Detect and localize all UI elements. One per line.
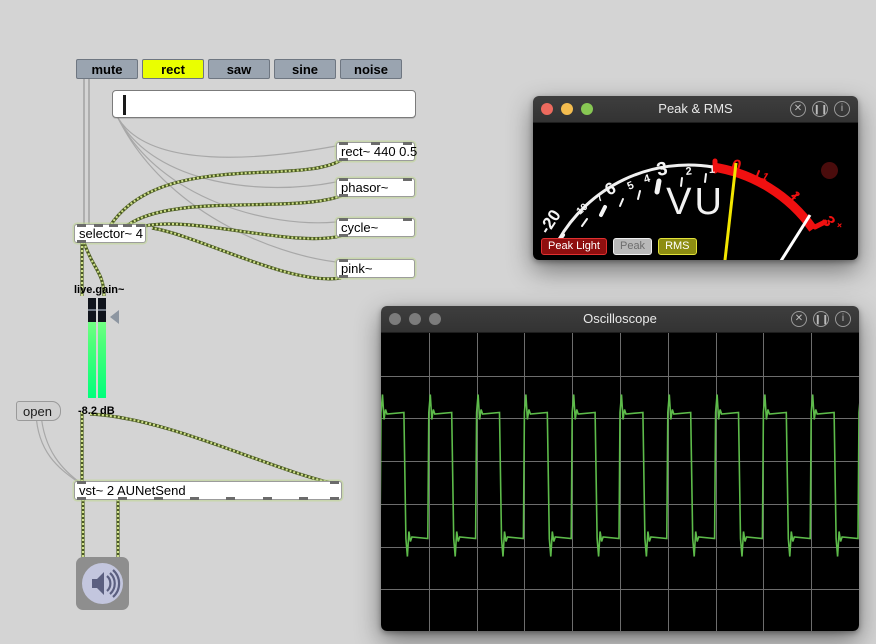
tab-noise[interactable]: noise bbox=[340, 59, 402, 79]
text-input-box[interactable] bbox=[112, 90, 416, 118]
vu-titlebar[interactable]: Peak & RMS ✕ ❙❙ i bbox=[533, 96, 858, 123]
outlet[interactable] bbox=[77, 240, 86, 243]
ezdac-button[interactable] bbox=[76, 557, 129, 610]
inlet[interactable] bbox=[123, 224, 132, 227]
outlet[interactable] bbox=[263, 497, 272, 500]
object-phasor-label: phasor~ bbox=[341, 180, 389, 195]
object-selector[interactable]: selector~ 4 bbox=[74, 224, 146, 243]
vu-face-label: VU bbox=[666, 181, 725, 223]
inlet[interactable] bbox=[94, 224, 103, 227]
outlet[interactable] bbox=[154, 497, 163, 500]
info-icon[interactable]: i bbox=[835, 311, 851, 327]
tab-sine[interactable]: sine bbox=[274, 59, 336, 79]
inlet[interactable] bbox=[403, 178, 412, 181]
outlet[interactable] bbox=[339, 275, 348, 278]
outlet[interactable] bbox=[339, 234, 348, 237]
inlet[interactable] bbox=[403, 218, 412, 221]
pause-icon[interactable]: ❙❙ bbox=[813, 311, 829, 327]
vu-meter-face[interactable]: -20 10 7 6 5 4 3 2 1 0 1 2 3 + VU bbox=[533, 123, 858, 260]
object-pink[interactable]: pink~ bbox=[336, 259, 415, 278]
object-rect[interactable]: rect~ 440 0.5 bbox=[336, 142, 418, 161]
inlet[interactable] bbox=[403, 142, 412, 145]
outlet[interactable] bbox=[299, 497, 308, 500]
inlet[interactable] bbox=[77, 481, 86, 484]
inlet[interactable] bbox=[339, 142, 348, 145]
peak-light-button[interactable]: Peak Light bbox=[541, 238, 607, 255]
peak-button[interactable]: Peak bbox=[612, 238, 653, 255]
outlet[interactable] bbox=[339, 158, 348, 161]
outlet[interactable] bbox=[330, 497, 339, 500]
object-cycle-label: cycle~ bbox=[341, 220, 379, 235]
inlet[interactable] bbox=[136, 224, 145, 227]
scope-titlebar[interactable]: Oscilloscope ✕ ❙❙ i bbox=[381, 306, 859, 333]
scope-window-title: Oscilloscope bbox=[583, 311, 657, 326]
outlet[interactable] bbox=[118, 497, 127, 500]
outlet[interactable] bbox=[339, 194, 348, 197]
inlet[interactable] bbox=[330, 481, 339, 484]
object-vst[interactable]: vst~ 2 AUNetSend bbox=[74, 481, 342, 500]
object-pink-label: pink~ bbox=[341, 261, 373, 276]
rms-button[interactable]: RMS bbox=[658, 238, 697, 255]
peak-rms-window[interactable]: Peak & RMS ✕ ❙❙ i -20 10 7 6 5 4 3 2 1 1… bbox=[533, 96, 858, 260]
peak-lamp-indicator bbox=[821, 162, 838, 179]
object-cycle[interactable]: cycle~ bbox=[336, 218, 415, 237]
outlet[interactable] bbox=[77, 497, 86, 500]
close-icon[interactable]: ✕ bbox=[791, 311, 807, 327]
gain-handle-icon[interactable] bbox=[110, 310, 119, 324]
vu-toolbar-icons[interactable]: ✕ ❙❙ i bbox=[790, 101, 850, 117]
info-icon[interactable]: i bbox=[834, 101, 850, 117]
scope-display[interactable] bbox=[381, 333, 859, 631]
inlet[interactable] bbox=[339, 259, 348, 262]
inlet[interactable] bbox=[77, 224, 86, 227]
inlet[interactable] bbox=[339, 178, 348, 181]
object-vst-label: vst~ 2 AUNetSend bbox=[79, 483, 186, 498]
outlet[interactable] bbox=[226, 497, 235, 500]
pause-icon[interactable]: ❙❙ bbox=[812, 101, 828, 117]
object-phasor[interactable]: phasor~ bbox=[336, 178, 415, 197]
gain-headroom-right bbox=[98, 298, 106, 322]
svg-text:2: 2 bbox=[685, 165, 692, 178]
inlet[interactable] bbox=[371, 142, 380, 145]
inlet[interactable] bbox=[109, 224, 118, 227]
gain-value-readout: -8.2 dB bbox=[78, 405, 115, 417]
waveform-selector-tabs[interactable]: mute rect saw sine noise bbox=[76, 59, 402, 79]
svg-text:3: 3 bbox=[655, 158, 669, 181]
svg-text:1: 1 bbox=[709, 164, 716, 176]
vu-button-row[interactable]: Peak Light Peak RMS bbox=[541, 238, 697, 255]
object-selector-label: selector~ 4 bbox=[79, 226, 143, 241]
tab-rect[interactable]: rect bbox=[142, 59, 204, 79]
speaker-icon bbox=[92, 569, 121, 598]
text-caret bbox=[123, 95, 126, 115]
message-open[interactable]: open bbox=[16, 401, 61, 421]
inlet[interactable] bbox=[339, 218, 348, 221]
close-icon[interactable]: ✕ bbox=[790, 101, 806, 117]
tab-saw[interactable]: saw bbox=[208, 59, 270, 79]
object-rect-label: rect~ 440 0.5 bbox=[341, 144, 418, 159]
gain-object-label: live.gain~ bbox=[74, 284, 125, 296]
gain-headroom-left bbox=[88, 298, 96, 322]
message-open-label: open bbox=[23, 404, 52, 419]
live-gain-slider[interactable] bbox=[88, 298, 108, 398]
tab-mute[interactable]: mute bbox=[76, 59, 138, 79]
scope-toolbar-icons[interactable]: ✕ ❙❙ i bbox=[791, 311, 851, 327]
outlet[interactable] bbox=[190, 497, 199, 500]
oscilloscope-window[interactable]: Oscilloscope ✕ ❙❙ i bbox=[381, 306, 859, 631]
scope-graph bbox=[381, 333, 859, 631]
